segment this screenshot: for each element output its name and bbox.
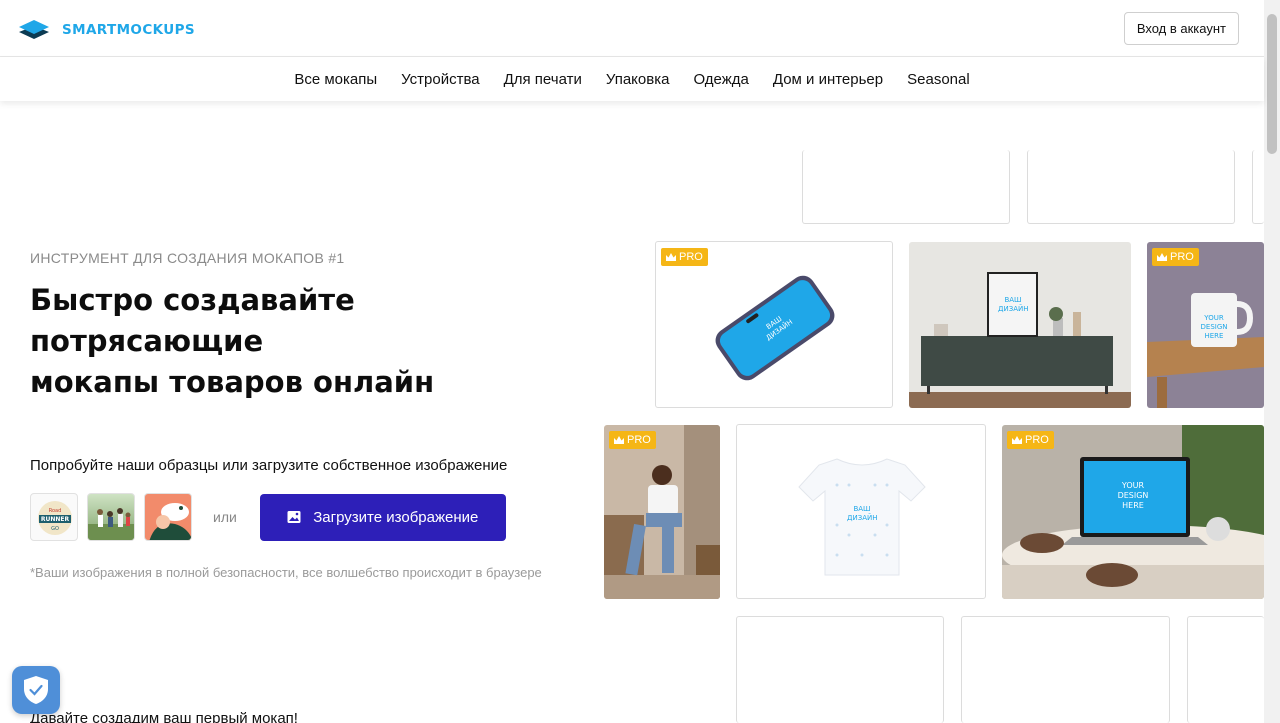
pro-badge: PRO [661, 248, 708, 266]
pro-label: PRO [627, 434, 651, 446]
image-upload-icon [287, 511, 301, 523]
laptop-design-label: YOUR DESIGN HERE [1117, 481, 1149, 510]
pro-badge: PRO [1007, 431, 1054, 449]
page-scrollbar[interactable] [1264, 0, 1280, 723]
mockup-tile-placeholder[interactable] [1252, 150, 1264, 224]
try-samples-text: Попробуйте наши образцы или загрузите со… [30, 457, 508, 474]
hero-headline: Быстро создавайте потрясающие мокапы тов… [30, 280, 590, 403]
mockup-tile-placeholder[interactable] [961, 616, 1170, 723]
nav-item-packaging[interactable]: Упаковка [606, 71, 670, 88]
mockup-tile-placeholder[interactable] [1187, 616, 1264, 723]
nav-item-home-interior[interactable]: Дом и интерьер [773, 71, 883, 88]
svg-text:RUNNER: RUNNER [41, 516, 70, 523]
frame-design-label: ВАШ ДИЗАЙН [998, 296, 1029, 313]
nav-item-seasonal[interactable]: Seasonal [907, 71, 970, 88]
pro-badge: PRO [1152, 248, 1199, 266]
mockup-tile-tshirt[interactable]: ВАШ ДИЗАЙН [736, 424, 986, 599]
headline-line-3: мокапы товаров онлайн [30, 365, 435, 399]
frame-interior-image [909, 242, 1131, 408]
headline-line-1: Быстро создавайте [30, 283, 355, 317]
laptop-mockup-image [1002, 425, 1264, 599]
scrollbar-thumb[interactable] [1267, 14, 1277, 154]
upload-button-label: Загрузите изображение [313, 508, 479, 526]
sample-thumb-illustration[interactable] [144, 493, 192, 541]
mockup-tile-mug[interactable]: PRO YOUR DESIGN HERE [1147, 242, 1264, 408]
road-runner-logo-icon: RUNNER Road GO [38, 501, 72, 535]
svg-text:Road: Road [49, 508, 62, 514]
crown-icon [614, 436, 624, 444]
create-first-mockup-text: Давайте создадим ваш первый мокап! [30, 710, 298, 723]
mug-design-label: YOUR DESIGN HERE [1200, 314, 1228, 340]
mockup-tile-placeholder[interactable] [1027, 150, 1235, 224]
mockup-tile-laptop[interactable]: PRO YOUR DESIGN HERE [1002, 425, 1264, 599]
mockup-tile-placeholder[interactable] [736, 616, 944, 723]
mockup-tile-frame-interior[interactable]: ВАШ ДИЗАЙН [909, 242, 1131, 408]
sample-thumb-road-runner[interactable]: RUNNER Road GO [30, 493, 78, 541]
pro-label: PRO [1025, 434, 1049, 446]
headline-line-2: потрясающие [30, 324, 264, 358]
person-tshirt-image [604, 425, 720, 599]
sample-thumbs-row: RUNNER Road GO или Загрузите изображение [30, 493, 506, 541]
login-button[interactable]: Вход в аккаунт [1123, 12, 1239, 45]
crown-icon [666, 253, 676, 261]
nav-item-apparel[interactable]: Одежда [693, 71, 748, 88]
hero-eyebrow: ИНСТРУМЕНТ ДЛЯ СОЗДАНИЯ МОКАПОВ #1 [30, 250, 345, 266]
mockup-tile-phone[interactable]: PRO ВАШ ДИЗАЙН [655, 241, 893, 408]
nav-item-devices[interactable]: Устройства [401, 71, 479, 88]
or-label: или [213, 509, 237, 525]
logo-text: SMARTMOCKUPS [62, 22, 196, 38]
photo-icon [88, 508, 134, 540]
logo[interactable]: SMARTMOCKUPS [18, 17, 195, 43]
sample-thumb-family-photo[interactable] [87, 493, 135, 541]
privacy-note: *Ваши изображения в полной безопасности,… [30, 565, 542, 580]
upload-image-button[interactable]: Загрузите изображение [259, 493, 506, 541]
shield-check-icon [24, 676, 48, 704]
privacy-shield-button[interactable] [12, 666, 60, 714]
nav-item-print[interactable]: Для печати [504, 71, 582, 88]
crown-icon [1012, 436, 1022, 444]
pro-label: PRO [679, 251, 703, 263]
top-header: SMARTMOCKUPS Вход в аккаунт [0, 0, 1264, 57]
pro-badge: PRO [609, 431, 656, 449]
mockup-tile-placeholder[interactable] [802, 150, 1010, 224]
tshirt-design-label: ВАШ ДИЗАЙН [847, 505, 878, 522]
illustration-icon [149, 503, 191, 540]
pro-label: PRO [1170, 251, 1194, 263]
mockup-tile-person[interactable]: PRO [604, 425, 720, 599]
nav-item-all-mockups[interactable]: Все мокапы [294, 71, 377, 88]
logo-icon [19, 20, 49, 39]
category-nav: Все мокапы Устройства Для печати Упаковк… [0, 57, 1264, 101]
crown-icon [1157, 253, 1167, 261]
svg-text:GO: GO [51, 526, 59, 532]
